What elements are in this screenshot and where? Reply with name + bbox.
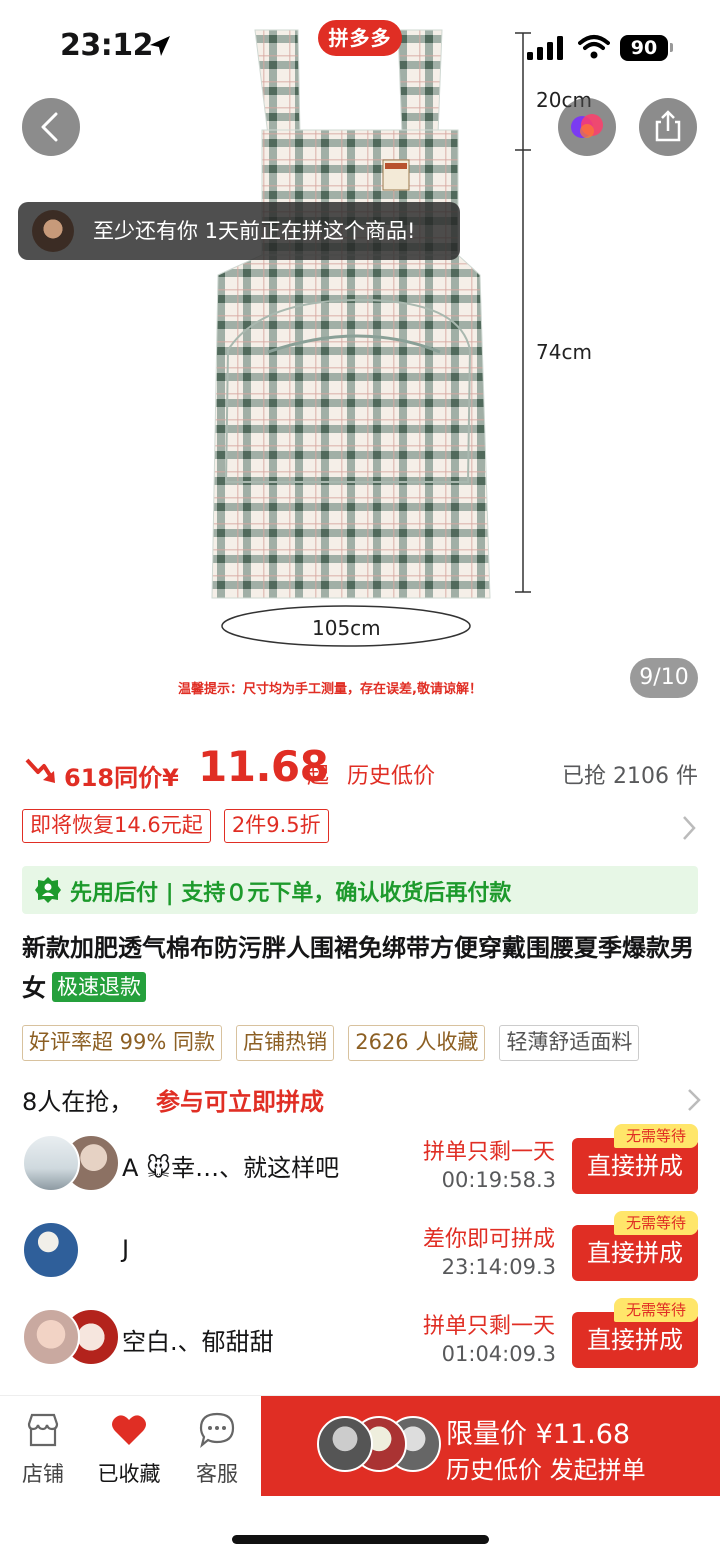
price-drop-arrow-icon xyxy=(25,758,55,783)
assistant-orb-icon xyxy=(571,114,603,138)
pay-later-text: 先用后付 | 支持０元下单，确认收货后再付款 xyxy=(70,881,512,906)
product-title: 新款加肥透气棉布防污胖人围裙免绑带方便穿戴围腰夏季爆款男女 极速退款 xyxy=(22,928,702,1008)
pay-later-badge-icon xyxy=(35,877,61,903)
service-label: 客服 xyxy=(196,1462,238,1486)
chevron-left-icon xyxy=(41,112,58,142)
assistant-button[interactable] xyxy=(558,98,616,156)
home-indicator xyxy=(232,1535,489,1544)
group-leader-name: A 🐭幸…、就这样吧 xyxy=(122,1154,340,1182)
chevron-right-icon xyxy=(688,1089,701,1111)
app-logo-badge: 拼多多 xyxy=(318,20,402,56)
no-wait-badge: 无需等待 xyxy=(614,1124,698,1148)
sold-count: 已抢 2106 件 xyxy=(562,764,698,789)
status-time: 23:12 xyxy=(60,28,154,63)
tag-hot: 店铺热销 xyxy=(236,1025,335,1061)
price-label: 618同价¥ xyxy=(64,764,179,792)
back-button[interactable] xyxy=(22,98,80,156)
product-tags: 好评率超 99% 同款 店铺热销 2626 人收藏 轻薄舒适面料 xyxy=(22,1025,720,1063)
group-leader-name: J xyxy=(122,1235,130,1263)
measurement-tip: 温馨提示：尺寸均为手工测量，存在误差,敬请谅解！ xyxy=(178,682,482,697)
share-button[interactable] xyxy=(639,98,697,156)
buyer-avatar xyxy=(32,210,74,252)
price-row: 618同价¥ 11.68 起 历史低价 已抢 2106 件 xyxy=(0,740,720,802)
pay-later-banner[interactable]: 先用后付 | 支持０元下单，确认收货后再付款 xyxy=(22,866,698,914)
fast-refund-badge: 极速退款 xyxy=(52,972,146,1002)
coupon-tag[interactable]: 即将恢复14.6元起 xyxy=(22,809,211,843)
group-row[interactable]: 空白.、郁甜甜 拼单只剩一天 01:04:09.3 直接拼成 无需等待 xyxy=(0,1296,720,1382)
group-row[interactable]: J 差你即可拼成 23:14:09.3 直接拼成 无需等待 xyxy=(0,1209,720,1295)
dimension-width-label: 105cm xyxy=(312,616,381,640)
battery-tip xyxy=(670,43,673,52)
grab-count: 8人在抢， xyxy=(22,1088,134,1116)
group-buy-header[interactable]: 8人在抢， 参与可立即拼成 xyxy=(22,1080,702,1120)
history-low-label: 历史低价 xyxy=(347,764,436,789)
limited-price-text: 限量价 ¥11.68 xyxy=(446,1419,631,1450)
heart-icon xyxy=(112,1415,146,1445)
no-wait-badge: 无需等待 xyxy=(614,1298,698,1322)
coupon-tag[interactable]: 2件9.5折 xyxy=(223,809,329,843)
group-status: 拼单只剩一天 xyxy=(422,1314,555,1339)
start-group-buy-button[interactable]: 限量价 ¥11.68 历史低价 发起拼单 xyxy=(261,1396,720,1496)
chat-bubble-icon xyxy=(199,1412,235,1449)
image-counter: 9/10 xyxy=(630,658,698,698)
wifi-icon xyxy=(578,35,610,59)
chevron-right-icon[interactable] xyxy=(680,814,698,842)
store-label: 店铺 xyxy=(22,1462,64,1486)
store-icon xyxy=(27,1413,59,1447)
avatar xyxy=(22,1221,80,1279)
dimension-length-label: 74cm xyxy=(536,340,592,364)
group-status: 拼单只剩一天 xyxy=(422,1140,555,1165)
notice-text: 至少还有你 1天前正在拼这个商品! xyxy=(93,219,416,243)
grab-cta: 参与可立即拼成 xyxy=(156,1088,324,1116)
cellular-signal-icon xyxy=(527,36,563,60)
group-row[interactable]: A 🐭幸…、就这样吧 拼单只剩一天 00:19:58.3 直接拼成 无需等待 xyxy=(0,1122,720,1208)
battery-indicator: 90 xyxy=(620,35,668,61)
group-timer: 00:19:58.3 xyxy=(441,1168,556,1192)
favorite-label: 已收藏 xyxy=(97,1462,161,1486)
price-suffix: 起 xyxy=(307,764,330,789)
group-timer: 23:14:09.3 xyxy=(441,1255,556,1279)
no-wait-badge: 无需等待 xyxy=(614,1211,698,1235)
tag-favorites: 2626 人收藏 xyxy=(348,1025,486,1061)
tag-fabric: 轻薄舒适面料 xyxy=(499,1025,640,1061)
start-group-text: 历史低价 发起拼单 xyxy=(446,1456,646,1484)
recent-buyer-notice: 至少还有你 1天前正在拼这个商品! xyxy=(18,202,460,260)
location-arrow-icon xyxy=(150,36,170,56)
avatar xyxy=(22,1308,80,1366)
tag-rating: 好评率超 99% 同款 xyxy=(22,1025,223,1061)
bottom-action-bar: 店铺 已收藏 客服 限量价 ¥11.68 历史低价 发起拼单 xyxy=(0,1395,720,1558)
avatar xyxy=(22,1134,80,1192)
group-status: 差你即可拼成 xyxy=(422,1227,555,1252)
coupon-row[interactable]: 即将恢复14.6元起 2件9.5折 xyxy=(22,809,702,845)
group-leader-name: 空白.、郁甜甜 xyxy=(122,1328,274,1356)
avatar xyxy=(317,1416,373,1472)
share-icon xyxy=(655,110,681,142)
group-timer: 01:04:09.3 xyxy=(441,1342,556,1366)
